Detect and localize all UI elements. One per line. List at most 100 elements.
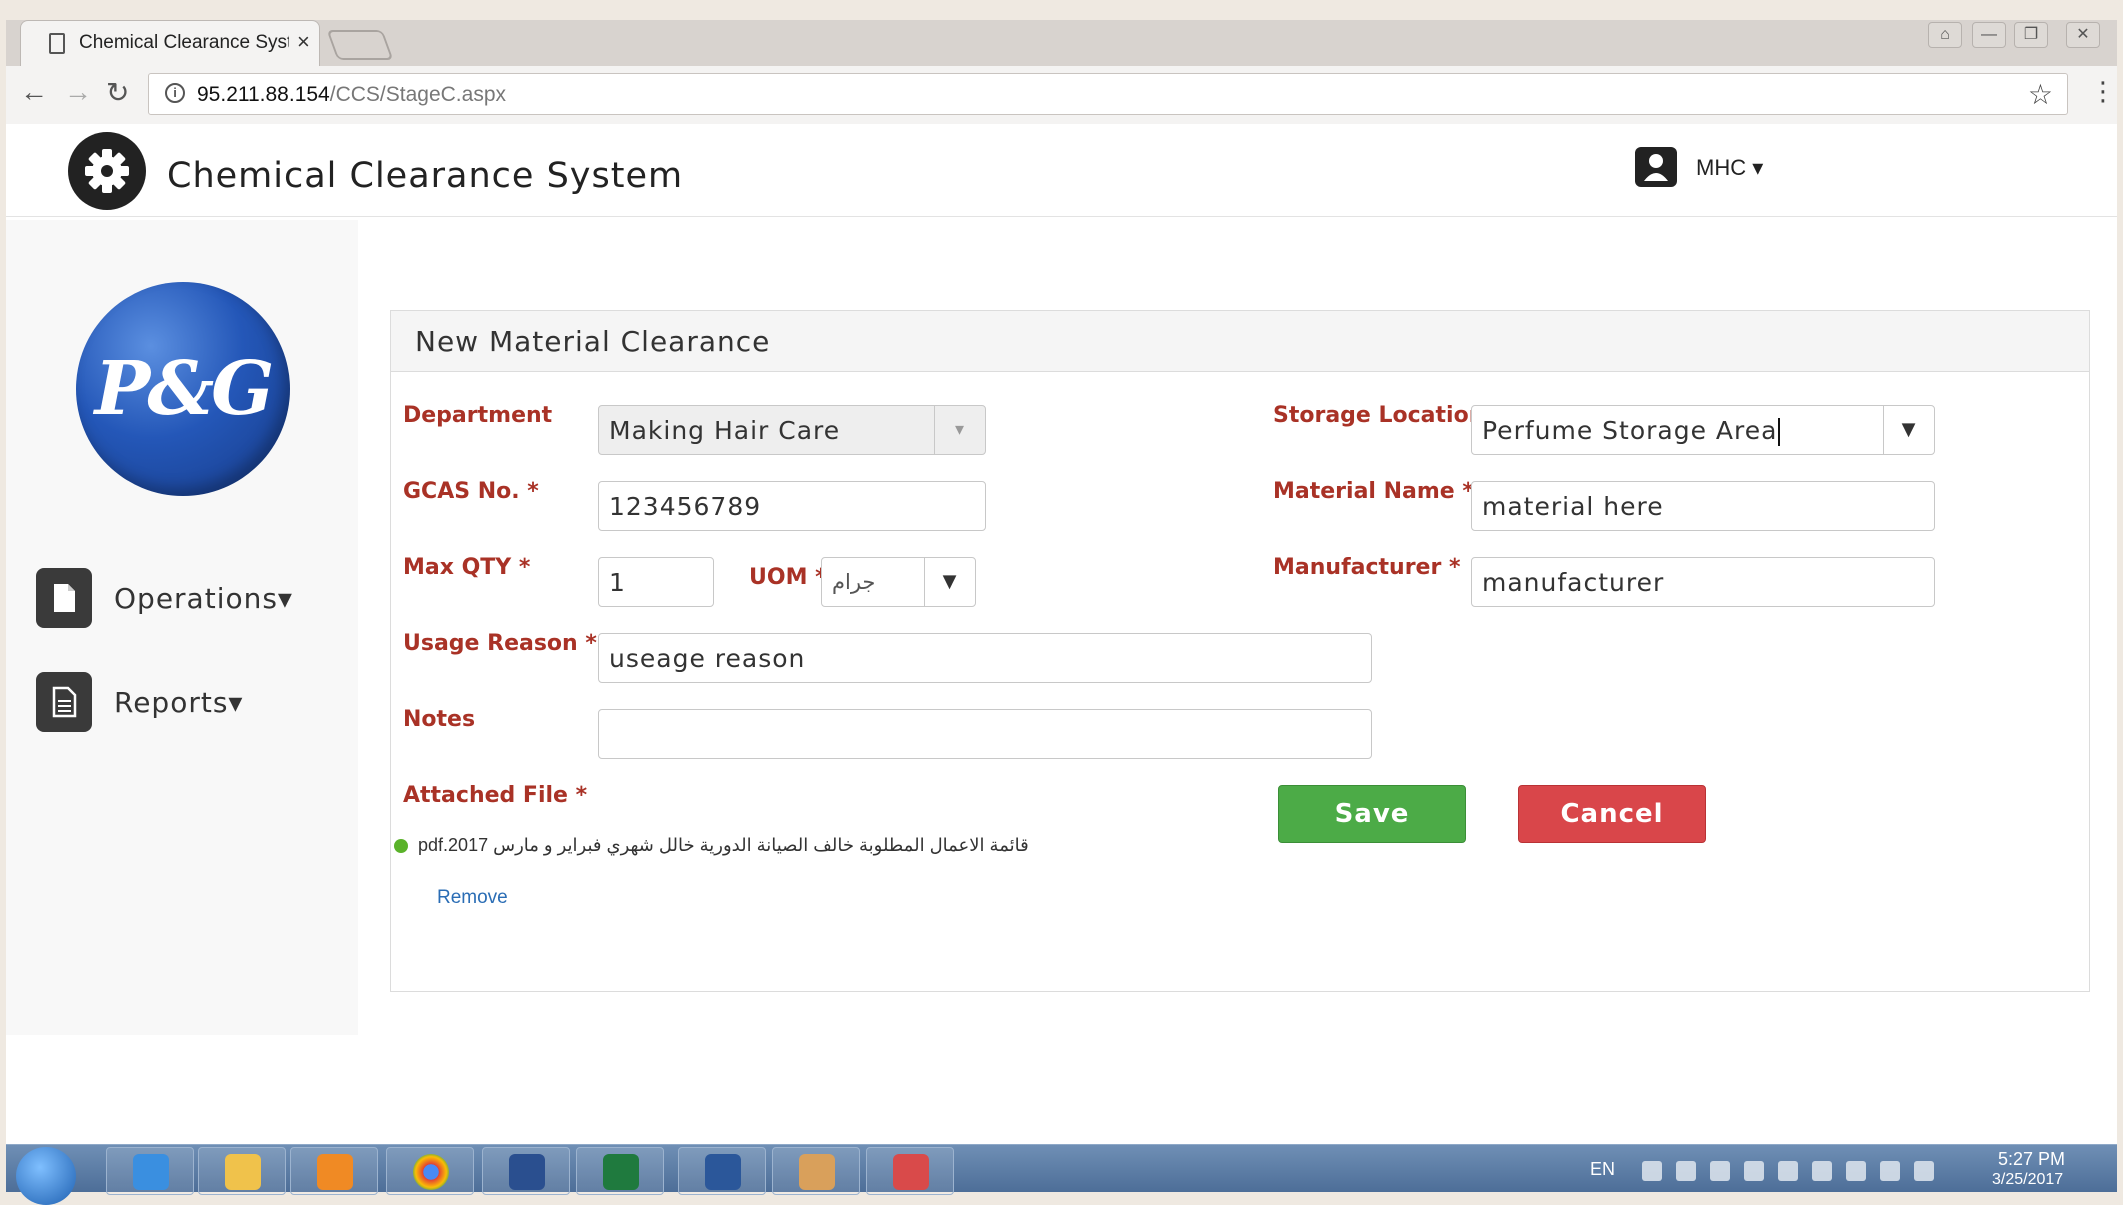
snipping-tool-icon[interactable]: [866, 1147, 954, 1195]
chevron-down-icon[interactable]: ▼: [924, 558, 975, 606]
chevron-down-icon[interactable]: ▼: [1883, 406, 1934, 454]
panel-title: New Material Clearance: [415, 325, 771, 358]
paint-glyph: [799, 1154, 835, 1190]
department-value: Making Hair Care: [609, 416, 841, 445]
text-cursor: [1778, 418, 1781, 446]
tab-bar: Chemical Clearance System × ⌂ — ❐ ✕: [6, 20, 2117, 66]
url-input[interactable]: i 95.211.88.154/CCS/StageC.aspx ☆: [148, 73, 2068, 115]
network-signal-icon[interactable]: [1914, 1161, 1934, 1181]
material-name-input[interactable]: material here: [1471, 481, 1935, 531]
excel-icon[interactable]: [576, 1147, 664, 1195]
media-glyph: [317, 1154, 353, 1190]
reload-icon[interactable]: ↻: [106, 76, 129, 109]
storage-location-select[interactable]: Perfume Storage Area ▼: [1471, 405, 1935, 455]
address-toolbar: ← → ↻ i 95.211.88.154/CCS/StageC.aspx ☆ …: [6, 66, 2117, 125]
close-tab-icon[interactable]: ×: [297, 29, 310, 55]
chevron-down-icon: ▾: [934, 406, 985, 454]
notes-input[interactable]: [598, 709, 1372, 759]
paint-icon[interactable]: [772, 1147, 860, 1195]
sidebar: P&G Operations▾ Reports▾: [6, 220, 358, 1035]
department-select: Making Hair Care ▾: [598, 405, 986, 455]
gcas-label: GCAS No. *: [403, 479, 539, 504]
file-icon: [36, 568, 92, 628]
minimize-button[interactable]: —: [1972, 22, 2006, 48]
tray-app-icon[interactable]: [1744, 1161, 1764, 1181]
document-icon: [36, 672, 92, 732]
language-indicator[interactable]: EN: [1590, 1159, 1615, 1180]
media-player-icon[interactable]: [290, 1147, 378, 1195]
uom-select[interactable]: جرام ▼: [821, 557, 976, 607]
usage-reason-value: useage reason: [609, 644, 806, 673]
tray-app-icon[interactable]: [1710, 1161, 1730, 1181]
max-qty-label: Max QTY *: [403, 555, 531, 580]
tray-app-icon[interactable]: [1778, 1161, 1798, 1181]
tray-app-icon[interactable]: [1642, 1161, 1662, 1181]
windows-taskbar: EN 5:27 PM 3/25/2017: [6, 1144, 2117, 1205]
pg-logo: P&G: [76, 282, 290, 496]
material-name-label: Material Name *: [1273, 479, 1474, 504]
sidebar-item-label: Operations▾: [114, 582, 293, 615]
usage-reason-input[interactable]: useage reason: [598, 633, 1372, 683]
clock-time[interactable]: 5:27 PM: [1998, 1149, 2065, 1170]
attached-file-label: Attached File *: [403, 783, 588, 808]
department-label: Department: [403, 403, 553, 428]
close-window-button[interactable]: ✕: [2066, 22, 2100, 48]
remote-desktop-icon[interactable]: [482, 1147, 570, 1195]
max-qty-input[interactable]: 1: [598, 557, 714, 607]
window-edge: [2117, 20, 2123, 1144]
chrome-glyph: [413, 1154, 449, 1190]
restore-button[interactable]: ❐: [2014, 22, 2048, 48]
start-button[interactable]: [16, 1147, 76, 1205]
gcas-value: 123456789: [609, 492, 762, 521]
panel-header: New Material Clearance: [391, 311, 2089, 372]
storage-location-text: Perfume Storage Area: [1482, 416, 1778, 445]
manufacturer-input[interactable]: manufacturer: [1471, 557, 1935, 607]
gear-icon: [68, 132, 146, 210]
app-title: Chemical Clearance System: [167, 156, 684, 196]
notes-label: Notes: [403, 707, 476, 732]
save-button[interactable]: Save: [1278, 785, 1466, 843]
forward-icon[interactable]: →: [64, 76, 92, 108]
new-tab-button[interactable]: [326, 30, 394, 60]
gcas-input[interactable]: 123456789: [598, 481, 986, 531]
bookmark-star-icon[interactable]: ☆: [2028, 78, 2053, 111]
user-menu[interactable]: MHC ▾: [1696, 155, 1763, 181]
power-icon[interactable]: [1846, 1161, 1866, 1181]
file-status-dot: [394, 839, 408, 853]
url-host: 95.211.88.154: [197, 83, 330, 106]
info-icon[interactable]: i: [165, 83, 185, 103]
manufacturer-label: Manufacturer *: [1273, 555, 1461, 580]
page: Chemical Clearance System MHC ▾ P&G Oper…: [6, 124, 2117, 1144]
word-icon[interactable]: [678, 1147, 766, 1195]
material-name-value: material here: [1482, 492, 1664, 521]
max-qty-value: 1: [609, 568, 626, 597]
browser-tab[interactable]: Chemical Clearance System ×: [20, 20, 320, 66]
browser-menu-icon[interactable]: ⋮: [2090, 76, 2116, 107]
clock-date[interactable]: 3/25/2017: [1992, 1171, 2063, 1189]
chrome-icon[interactable]: [386, 1147, 474, 1195]
material-clearance-panel: New Material Clearance Department Making…: [390, 310, 2090, 992]
tray-app-icon[interactable]: [1676, 1161, 1696, 1181]
file-explorer-icon[interactable]: [198, 1147, 286, 1195]
internet-explorer-icon[interactable]: [106, 1147, 194, 1195]
tab-title: Chemical Clearance System: [79, 32, 289, 53]
remove-file-link[interactable]: Remove: [437, 887, 508, 909]
pg-logo-text: P&G: [94, 346, 275, 432]
uom-value: جرام: [832, 570, 876, 594]
word-glyph: [705, 1154, 741, 1190]
profile-icon[interactable]: ⌂: [1928, 22, 1962, 48]
window-frame: [0, 0, 2123, 22]
scissors-glyph: [893, 1154, 929, 1190]
action-center-icon[interactable]: [1880, 1161, 1900, 1181]
back-icon[interactable]: ←: [20, 76, 48, 108]
storage-location-label: Storage Location: [1273, 403, 1485, 428]
page-icon: [49, 33, 65, 54]
cancel-button[interactable]: Cancel: [1518, 785, 1706, 843]
internet-explorer-glyph: [133, 1154, 169, 1190]
excel-glyph: [603, 1154, 639, 1190]
volume-icon[interactable]: [1812, 1161, 1832, 1181]
url-text: 95.211.88.154/CCS/StageC.aspx: [197, 83, 506, 107]
manufacturer-value: manufacturer: [1482, 568, 1665, 597]
monitor-glyph: [509, 1154, 545, 1190]
attached-file-name: قائمة الاعمال المطلوبة خالف الصيانة الدو…: [418, 835, 1029, 855]
